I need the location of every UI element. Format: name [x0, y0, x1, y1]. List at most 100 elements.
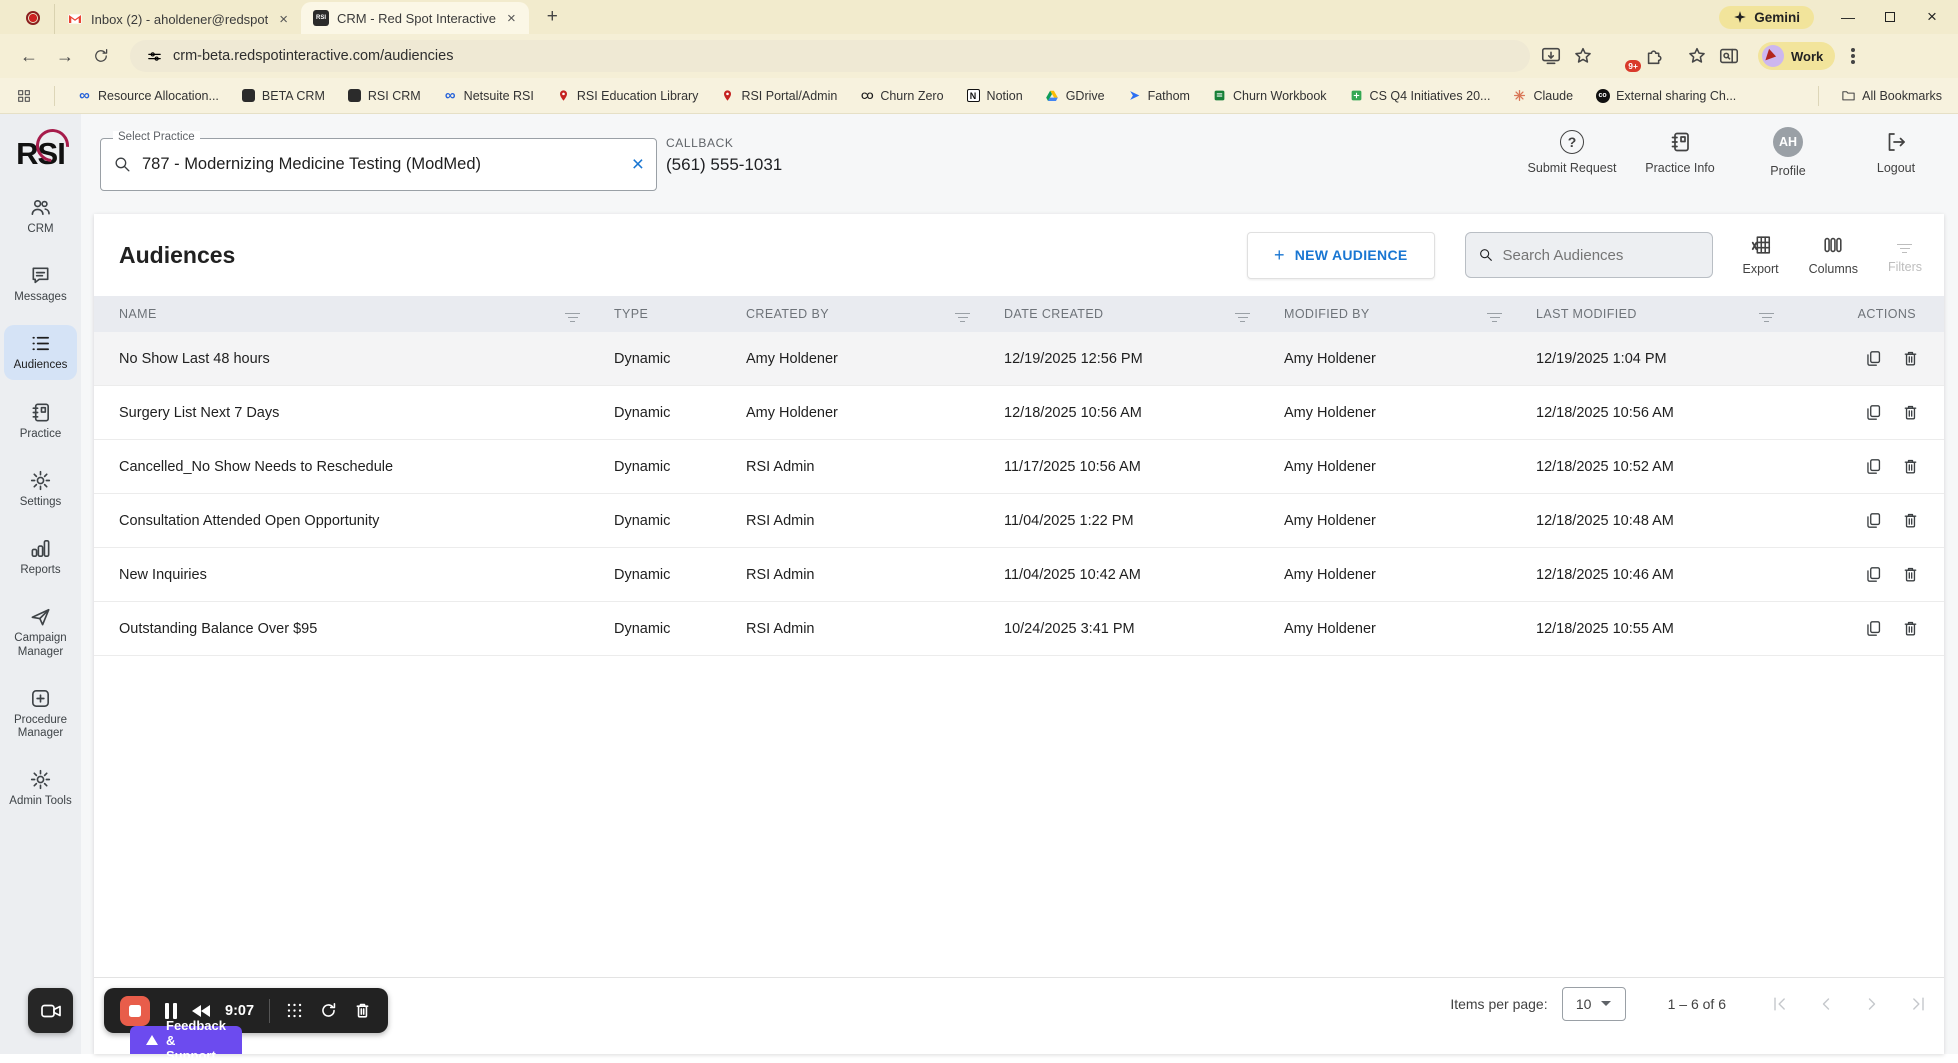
copy-icon[interactable]	[1864, 511, 1883, 530]
items-per-page-select[interactable]: 10	[1561, 986, 1626, 1021]
bookmarks-bar: ∞ Resource Allocation... BETA CRM RSI CRM…	[0, 78, 1958, 114]
table-row[interactable]: Outstanding Balance Over $95 Dynamic RSI…	[94, 602, 1944, 656]
table-row[interactable]: New Inquiries Dynamic RSI Admin 11/04/20…	[94, 548, 1944, 602]
delete-icon[interactable]	[1901, 349, 1920, 368]
table-row[interactable]: Consultation Attended Open Opportunity D…	[94, 494, 1944, 548]
last-page-button[interactable]	[1908, 994, 1928, 1014]
close-window-button[interactable]: ×	[1924, 7, 1940, 27]
copy-icon[interactable]	[1864, 349, 1883, 368]
filters-button[interactable]: Filters	[1888, 236, 1922, 274]
copy-icon[interactable]	[1864, 619, 1883, 638]
rewind-icon[interactable]	[192, 1004, 210, 1017]
gemini-button[interactable]: Gemini	[1719, 5, 1814, 29]
delete-icon[interactable]	[1901, 511, 1920, 530]
select-practice-field[interactable]: Select Practice ×	[100, 131, 657, 191]
install-app-icon[interactable]	[1540, 45, 1562, 67]
back-button[interactable]: ←	[16, 43, 42, 69]
blur-grid-icon[interactable]	[285, 1001, 304, 1020]
filter-icon[interactable]	[565, 312, 580, 322]
sidebar-item-settings[interactable]: Settings	[4, 462, 77, 516]
clear-icon[interactable]: ×	[632, 153, 644, 177]
sidebar-item-audiences[interactable]: Audiences	[4, 325, 77, 380]
filter-icon[interactable]	[955, 312, 970, 322]
sidebar-item-admin-tools[interactable]: Admin Tools	[4, 761, 77, 815]
restart-recording-icon[interactable]	[319, 1001, 338, 1020]
maximize-button[interactable]	[1882, 12, 1898, 22]
search-audiences-box[interactable]	[1464, 232, 1713, 278]
table-row[interactable]: No Show Last 48 hours Dynamic Amy Holden…	[94, 332, 1944, 386]
filter-icon[interactable]	[1759, 312, 1774, 322]
table-row[interactable]: Surgery List Next 7 Days Dynamic Amy Hol…	[94, 386, 1944, 440]
previous-page-button[interactable]	[1816, 994, 1836, 1014]
sidebar-item-procedure-manager[interactable]: Procedure Manager	[4, 680, 77, 747]
tab-gmail[interactable]: Inbox (2) - aholdener@redspot ×	[54, 4, 301, 34]
extension-icon[interactable]: 9+	[1612, 45, 1641, 72]
practice-info-button[interactable]: Practice Info	[1632, 130, 1728, 178]
profile-button[interactable]: AH Profile	[1740, 127, 1836, 178]
bookmark-churn-workbook[interactable]: Churn Workbook	[1212, 88, 1327, 103]
bookmark-beta-crm[interactable]: BETA CRM	[241, 88, 325, 103]
minimize-button[interactable]: —	[1840, 9, 1856, 25]
tab-close-icon[interactable]: ×	[276, 11, 291, 28]
address-bar[interactable]: crm-beta.redspotinteractive.com/audienci…	[130, 40, 1530, 72]
sparkle-icon	[1734, 11, 1747, 23]
new-tab-button[interactable]: +	[541, 6, 564, 28]
table-row[interactable]: Cancelled_No Show Needs to Reschedule Dy…	[94, 440, 1944, 494]
first-page-button[interactable]	[1770, 994, 1790, 1014]
pause-button[interactable]	[165, 1002, 177, 1019]
filter-icon[interactable]	[1235, 312, 1250, 322]
filter-icon[interactable]	[1487, 312, 1502, 322]
delete-icon[interactable]	[1901, 565, 1920, 584]
bookmark-resource-allocation[interactable]: ∞ Resource Allocation...	[77, 87, 219, 104]
bookmark-rsi-portal[interactable]: RSI Portal/Admin	[720, 88, 837, 103]
sidebar-item-messages[interactable]: Messages	[4, 257, 77, 311]
tab-close-icon[interactable]: ×	[504, 10, 519, 27]
copy-icon[interactable]	[1864, 403, 1883, 422]
logout-button[interactable]: Logout	[1848, 130, 1944, 178]
new-audience-button[interactable]: + NEW AUDIENCE	[1246, 231, 1435, 279]
forward-button[interactable]: →	[52, 43, 78, 69]
sidebar-item-crm[interactable]: CRM	[4, 189, 77, 243]
extensions-puzzle-icon[interactable]	[1644, 45, 1666, 67]
submit-request-button[interactable]: ? Submit Request	[1524, 130, 1620, 178]
stop-recording-button[interactable]	[120, 995, 150, 1026]
feedback-support-tab[interactable]: Feedback & Support	[130, 1018, 242, 1063]
sidebar-item-campaign-manager[interactable]: Campaign Manager	[4, 598, 77, 665]
favorites-star-icon[interactable]	[1686, 45, 1708, 67]
copy-icon[interactable]	[1864, 457, 1883, 476]
search-audiences-input[interactable]	[1502, 246, 1700, 264]
profile-chip[interactable]: Work	[1758, 42, 1836, 70]
bookmark-gdrive[interactable]: GDrive	[1045, 88, 1105, 103]
browser-menu-icon[interactable]	[1851, 54, 1856, 58]
bookmark-netsuite[interactable]: ∞ Netsuite RSI	[443, 87, 534, 104]
columns-button[interactable]: Columns	[1809, 234, 1858, 276]
discard-recording-icon[interactable]	[353, 1001, 372, 1020]
bookmark-star-icon[interactable]	[1572, 45, 1594, 67]
sidebar-item-reports[interactable]: Reports	[4, 530, 77, 584]
tab-crm[interactable]: RSI CRM - Red Spot Interactive ×	[301, 2, 529, 34]
delete-icon[interactable]	[1901, 619, 1920, 638]
reload-button[interactable]	[88, 43, 114, 69]
export-button[interactable]: Export	[1743, 234, 1779, 276]
bookmark-claude[interactable]: Claude	[1512, 88, 1573, 103]
bookmark-rsi-crm[interactable]: RSI CRM	[347, 88, 421, 103]
sidebar-item-practice[interactable]: Practice	[4, 394, 77, 448]
bookmark-external-sharing[interactable]: co External sharing Ch...	[1595, 88, 1736, 103]
select-practice-input[interactable]	[142, 155, 622, 174]
side-panel-search-icon[interactable]	[1718, 45, 1740, 67]
delete-icon[interactable]	[1901, 403, 1920, 422]
camera-bubble-button[interactable]	[28, 988, 73, 1033]
bookmark-churn-zero[interactable]: CO Churn Zero	[859, 88, 943, 103]
page-range-label: 1 – 6 of 6	[1667, 995, 1726, 1012]
site-settings-icon[interactable]	[146, 48, 163, 65]
bookmark-cs-q4[interactable]: CS Q4 Initiatives 20...	[1349, 88, 1490, 103]
bookmark-rsi-education[interactable]: RSI Education Library	[556, 88, 698, 103]
bookmark-fathom[interactable]: Fathom	[1127, 88, 1190, 103]
copy-icon[interactable]	[1864, 565, 1883, 584]
delete-icon[interactable]	[1901, 457, 1920, 476]
next-page-button[interactable]	[1862, 994, 1882, 1014]
recording-timer: 9:07	[225, 1002, 255, 1019]
apps-grid-icon[interactable]	[16, 88, 32, 104]
bookmark-notion[interactable]: N Notion	[966, 88, 1023, 103]
all-bookmarks-button[interactable]: All Bookmarks	[1841, 88, 1942, 103]
